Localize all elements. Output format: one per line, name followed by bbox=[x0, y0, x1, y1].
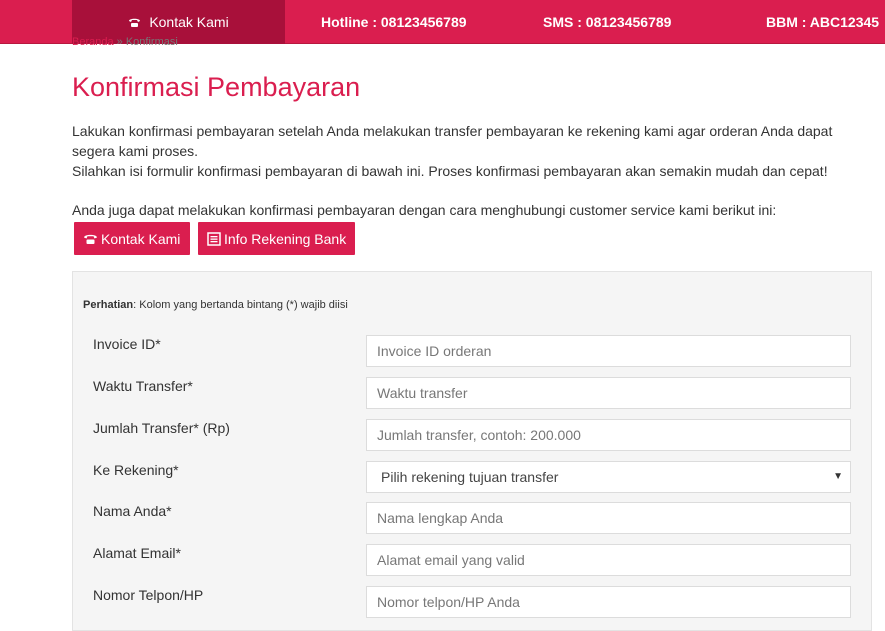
kontak-kami-label: Kontak Kami bbox=[101, 230, 181, 247]
phone-icon bbox=[128, 17, 141, 28]
breadcrumb-current: Konfirmasi bbox=[125, 36, 178, 48]
breadcrumb: Beranda » Konfirmasi bbox=[72, 36, 178, 48]
confirmation-form-panel bbox=[72, 271, 872, 631]
list-icon bbox=[207, 231, 221, 246]
alamat-email-label: Alamat Email* bbox=[93, 545, 181, 561]
dropdown-arrow-icon: ▼ bbox=[833, 471, 843, 482]
waktu-transfer-input[interactable]: Waktu transfer bbox=[366, 377, 851, 409]
invoice-id-input[interactable]: Invoice ID orderan bbox=[366, 335, 851, 367]
info-rekening-button[interactable]: Info Rekening Bank bbox=[198, 222, 355, 255]
info-rekening-label: Info Rekening Bank bbox=[224, 230, 347, 247]
nomor-telpon-input[interactable]: Nomor telpon/HP Anda bbox=[366, 586, 851, 618]
required-note-bold: Perhatian bbox=[83, 299, 134, 311]
page-title: Konfirmasi Pembayaran bbox=[72, 72, 361, 102]
nama-anda-input[interactable]: Nama lengkap Anda bbox=[366, 502, 851, 534]
invoice-id-label: Invoice ID* bbox=[93, 336, 161, 352]
intro-text: Lakukan konfirmasi pembayaran setelah An… bbox=[72, 121, 842, 181]
phone-icon bbox=[83, 233, 98, 245]
breadcrumb-separator: » bbox=[116, 36, 123, 48]
hotline-text: Hotline : 08123456789 bbox=[321, 14, 467, 30]
breadcrumb-home-link[interactable]: Beranda bbox=[72, 36, 114, 48]
ke-rekening-selected-value: Pilih rekening tujuan transfer bbox=[381, 469, 559, 485]
kontak-kami-button[interactable]: Kontak Kami bbox=[74, 222, 190, 255]
required-note: Perhatian: Kolom yang bertanda bintang (… bbox=[83, 299, 348, 311]
contact-info-text: Anda juga dapat melakukan konfirmasi pem… bbox=[72, 202, 777, 218]
jumlah-transfer-input[interactable]: Jumlah transfer, contoh: 200.000 bbox=[366, 419, 851, 451]
bbm-text: BBM : ABC12345 bbox=[766, 14, 880, 30]
intro-paragraph-2: Silahkan isi formulir konfirmasi pembaya… bbox=[72, 163, 828, 179]
alamat-email-input[interactable]: Alamat email yang valid bbox=[366, 544, 851, 576]
waktu-transfer-label: Waktu Transfer* bbox=[93, 378, 193, 394]
ke-rekening-label: Ke Rekening* bbox=[93, 462, 179, 478]
sms-text: SMS : 08123456789 bbox=[543, 14, 672, 30]
required-note-text: : Kolom yang bertanda bintang (*) wajib … bbox=[133, 299, 348, 311]
jumlah-transfer-label: Jumlah Transfer* (Rp) bbox=[93, 420, 230, 436]
intro-paragraph-1: Lakukan konfirmasi pembayaran setelah An… bbox=[72, 123, 833, 159]
contact-tab-label: Kontak Kami bbox=[149, 14, 229, 30]
nama-anda-label: Nama Anda* bbox=[93, 503, 172, 519]
ke-rekening-select[interactable]: Pilih rekening tujuan transfer ▼ bbox=[366, 461, 851, 493]
nomor-telpon-label: Nomor Telpon/HP bbox=[93, 587, 204, 603]
